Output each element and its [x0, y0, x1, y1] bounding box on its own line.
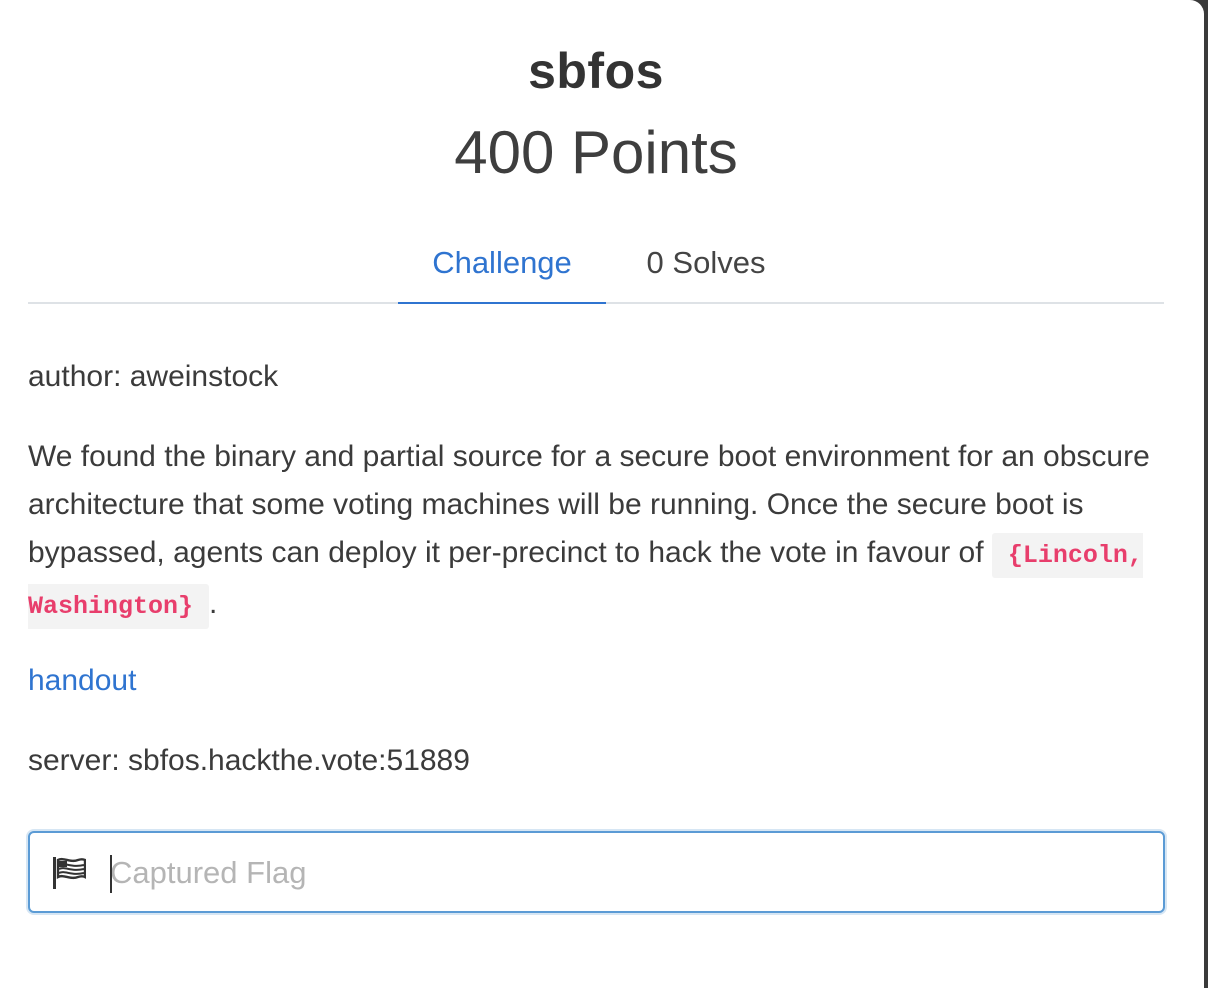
text-caret: [110, 855, 112, 893]
challenge-tabs: Challenge 0 Solves: [28, 228, 1164, 304]
tab-challenge[interactable]: Challenge: [398, 228, 606, 304]
challenge-title: sbfos: [528, 43, 664, 99]
author-text: author: aweinstock: [28, 360, 279, 393]
flag-input-group[interactable]: [28, 831, 1165, 913]
description-end: .: [209, 587, 218, 620]
challenge-points: 400 Points: [454, 119, 738, 186]
challenge-description: We found the binary and partial source f…: [28, 433, 1168, 631]
server-text: server: sbfos.hackthe.vote:51889: [28, 744, 470, 777]
tab-solves[interactable]: 0 Solves: [622, 228, 790, 304]
description-text: We found the binary and partial source f…: [28, 440, 1150, 569]
flag-usa-icon: [52, 857, 87, 889]
challenge-modal: sbfos 400 Points Challenge 0 Solves auth…: [0, 0, 1204, 988]
flag-input[interactable]: [110, 845, 1140, 901]
handout-link[interactable]: handout: [28, 657, 136, 705]
